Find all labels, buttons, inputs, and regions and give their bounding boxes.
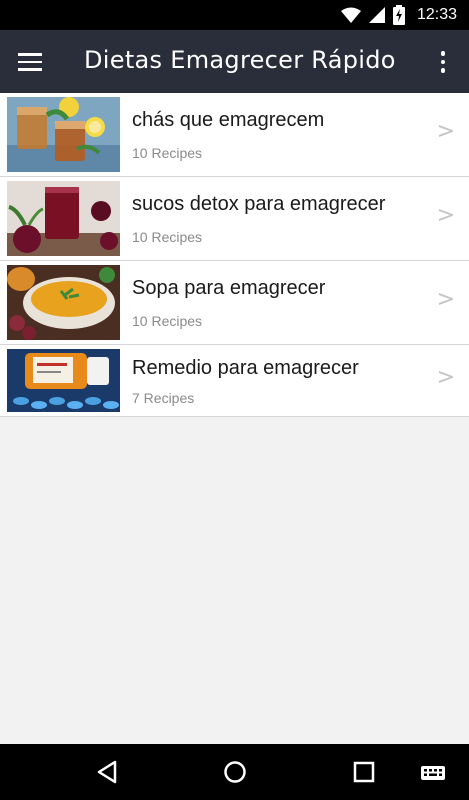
pill-bottle-image: [7, 349, 120, 412]
keyboard-icon[interactable]: [420, 758, 446, 786]
chevron-right-icon: >: [436, 287, 455, 312]
signal-icon: [368, 7, 385, 23]
battery-charging-icon: [392, 5, 405, 25]
chevron-right-icon: >: [436, 203, 455, 228]
item-count: 10 Recipes: [132, 145, 203, 161]
app-title: Dietas Emagrecer Rápido: [84, 46, 396, 74]
item-title: Remedio para emagrecer: [132, 357, 359, 379]
wifi-icon: [340, 7, 361, 23]
list-item-sopa[interactable]: Sopa para emagrecer 10 Recipes >: [0, 261, 469, 345]
item-title: chás que emagrecem: [132, 109, 325, 131]
chevron-right-icon: >: [436, 119, 455, 144]
item-title: sucos detox para emagrecer: [132, 193, 386, 215]
category-list: chás que emagrecem 10 Recipes > sucos de…: [0, 93, 469, 417]
chevron-right-icon: >: [436, 365, 455, 390]
more-vert-icon[interactable]: [433, 48, 453, 76]
list-item-sucos[interactable]: sucos detox para emagrecer 10 Recipes >: [0, 177, 469, 261]
item-count: 10 Recipes: [132, 229, 203, 245]
iced-tea-lemon-image: [7, 97, 120, 172]
status-icons: 12:33: [340, 4, 457, 26]
home-icon[interactable]: [221, 758, 249, 786]
recents-icon[interactable]: [350, 758, 378, 786]
soup-bowl-image: [7, 265, 120, 340]
item-title: Sopa para emagrecer: [132, 277, 326, 299]
list-item-remedio[interactable]: Remedio para emagrecer 7 Recipes >: [0, 345, 469, 417]
item-count: 7 Recipes: [132, 390, 195, 406]
hamburger-menu-icon[interactable]: [18, 49, 48, 75]
system-nav-bar: [0, 744, 469, 800]
list-item-chas[interactable]: chás que emagrecem 10 Recipes >: [0, 93, 469, 177]
status-time: 12:33: [416, 6, 457, 23]
back-icon[interactable]: [93, 758, 121, 786]
app-bar: Dietas Emagrecer Rápido: [0, 30, 469, 93]
item-count: 10 Recipes: [132, 313, 203, 329]
status-bar: 12:33: [0, 0, 469, 30]
beet-juice-image: [7, 181, 120, 256]
